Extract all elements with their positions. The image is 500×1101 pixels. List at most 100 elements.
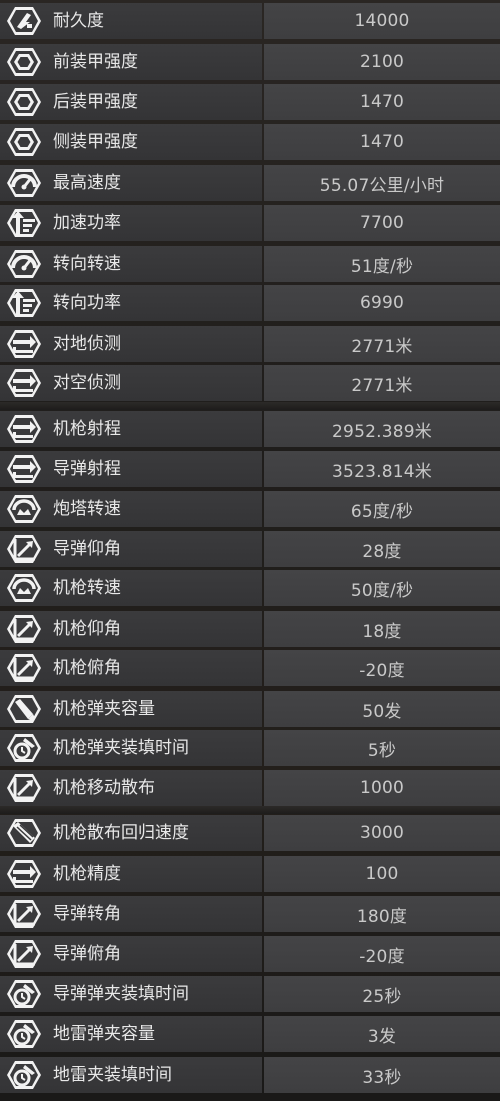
stat-row: 机枪弹夹装填时间 5秒 xyxy=(0,730,500,766)
stat-value: 2771米 xyxy=(264,326,500,362)
stat-row: 地雷弹夹容量 3发 xyxy=(0,1016,500,1052)
stat-name-cell: 对空侦测 xyxy=(0,365,262,401)
stat-label: 机枪俯角 xyxy=(53,658,121,678)
stat-value: 51度/秒 xyxy=(264,246,500,282)
range-icon xyxy=(4,857,44,891)
stat-label: 导弹转角 xyxy=(53,904,121,924)
stat-label: 后装甲强度 xyxy=(53,92,138,112)
stat-value: 180度 xyxy=(264,896,500,932)
stat-name-cell: 机枪散布回归速度 xyxy=(0,815,262,851)
stat-value: 3发 xyxy=(264,1016,500,1052)
stat-label: 地雷夹装填时间 xyxy=(53,1065,172,1085)
acceleration-icon xyxy=(4,206,44,240)
stat-row: 后装甲强度 1470 xyxy=(0,84,500,120)
stat-label: 转向转速 xyxy=(53,254,121,274)
stat-name-cell: 机枪射程 xyxy=(0,411,262,447)
stat-name-cell: 前装甲强度 xyxy=(0,44,262,80)
range-icon xyxy=(4,452,44,486)
stat-value: 6990 xyxy=(264,285,500,321)
elevation-icon xyxy=(4,612,44,646)
stat-row: 机枪仰角 18度 xyxy=(0,611,500,647)
stat-label: 机枪散布回归速度 xyxy=(53,823,189,843)
stat-label: 机枪转速 xyxy=(53,578,121,598)
stat-row: 机枪射程 2952.389米 xyxy=(0,411,500,447)
stat-row: 炮塔转速 65度/秒 xyxy=(0,491,500,527)
stat-value: 2952.389米 xyxy=(264,411,500,447)
armor-icon xyxy=(4,45,44,79)
stat-value: 55.07公里/小时 xyxy=(264,165,500,201)
stat-name-cell: 机枪弹夹装填时间 xyxy=(0,730,262,766)
stat-value: 100 xyxy=(264,856,500,892)
stat-name-cell: 耐久度 xyxy=(0,3,262,39)
reload-timer-icon xyxy=(4,977,44,1011)
stat-label: 导弹射程 xyxy=(53,459,121,479)
stat-label: 转向功率 xyxy=(53,293,121,313)
armor-icon xyxy=(4,125,44,159)
stat-label: 前装甲强度 xyxy=(53,52,138,72)
range-icon xyxy=(4,366,44,400)
ammo-icon xyxy=(4,692,44,726)
elevation-icon xyxy=(4,532,44,566)
stat-name-cell: 地雷弹夹容量 xyxy=(0,1016,262,1052)
stat-name-cell: 侧装甲强度 xyxy=(0,124,262,160)
stat-value: 3523.814米 xyxy=(264,451,500,487)
stat-name-cell: 转向转速 xyxy=(0,246,262,282)
stat-value: 33秒 xyxy=(264,1057,500,1093)
stat-label: 加速功率 xyxy=(53,213,121,233)
stat-row: 机枪移动散布 1000 xyxy=(0,770,500,806)
vehicle-stats-panel: 耐久度 14000 前装甲强度 2100 后装甲强度 1470 侧装甲强度 1470 最… xyxy=(0,0,500,1101)
stat-name-cell: 机枪俯角 xyxy=(0,650,262,686)
stat-label: 耐久度 xyxy=(53,11,104,31)
stat-row: 对地侦测 2771米 xyxy=(0,326,500,362)
reload-timer-icon xyxy=(4,1058,44,1092)
stat-label: 导弹弹夹装填时间 xyxy=(53,984,189,1004)
stat-value: 1000 xyxy=(264,770,500,806)
stat-row: 导弹俯角 -20度 xyxy=(0,936,500,972)
stat-value: 3000 xyxy=(264,815,500,851)
stat-value: 1470 xyxy=(264,84,500,120)
stat-value: 25秒 xyxy=(264,976,500,1012)
stat-row: 机枪转速 50度/秒 xyxy=(0,570,500,606)
stat-label: 机枪精度 xyxy=(53,864,121,884)
stat-value: 14000 xyxy=(264,3,500,39)
range-icon xyxy=(4,412,44,446)
stat-name-cell: 加速功率 xyxy=(0,205,262,241)
range-icon xyxy=(4,327,44,361)
stat-name-cell: 导弹弹夹装填时间 xyxy=(0,976,262,1012)
stat-value: 50发 xyxy=(264,691,500,727)
stat-row: 前装甲强度 2100 xyxy=(0,44,500,80)
stat-name-cell: 地雷夹装填时间 xyxy=(0,1057,262,1093)
stat-value: 2771米 xyxy=(264,365,500,401)
acceleration-icon xyxy=(4,286,44,320)
stat-value: 7700 xyxy=(264,205,500,241)
stat-row: 机枪散布回归速度 3000 xyxy=(0,815,500,851)
stat-value: 28度 xyxy=(264,531,500,567)
stat-label: 机枪弹夹装填时间 xyxy=(53,738,189,758)
ammo-belt-icon xyxy=(4,816,44,850)
speedometer-icon xyxy=(4,166,44,200)
stat-row: 最高速度 55.07公里/小时 xyxy=(0,165,500,201)
speedometer-icon xyxy=(4,247,44,281)
stat-row: 转向转速 51度/秒 xyxy=(0,246,500,282)
stat-name-cell: 炮塔转速 xyxy=(0,491,262,527)
stat-name-cell: 导弹转角 xyxy=(0,896,262,932)
stat-label: 侧装甲强度 xyxy=(53,132,138,152)
stat-row: 机枪弹夹容量 50发 xyxy=(0,691,500,727)
stat-label: 机枪移动散布 xyxy=(53,778,155,798)
stat-name-cell: 导弹射程 xyxy=(0,451,262,487)
stat-label: 导弹俯角 xyxy=(53,944,121,964)
stat-name-cell: 导弹仰角 xyxy=(0,531,262,567)
stat-row: 机枪精度 100 xyxy=(0,856,500,892)
stat-name-cell: 机枪转速 xyxy=(0,570,262,606)
stat-value: -20度 xyxy=(264,936,500,972)
stat-row: 导弹仰角 28度 xyxy=(0,531,500,567)
stat-row: 导弹射程 3523.814米 xyxy=(0,451,500,487)
stat-row: 转向功率 6990 xyxy=(0,285,500,321)
stat-value: 1470 xyxy=(264,124,500,160)
stat-row: 加速功率 7700 xyxy=(0,205,500,241)
elevation-icon xyxy=(4,897,44,931)
stat-name-cell: 机枪弹夹容量 xyxy=(0,691,262,727)
section-divider xyxy=(0,806,500,814)
stat-row: 侧装甲强度 1470 xyxy=(0,124,500,160)
stat-name-cell: 对地侦测 xyxy=(0,326,262,362)
